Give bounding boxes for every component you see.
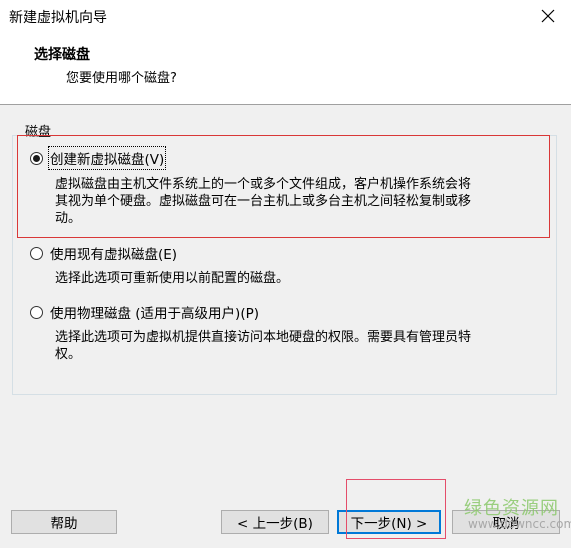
radio-use-existing-disk[interactable]: 使用现有虚拟磁盘(E) [30, 243, 177, 263]
description-line: 选择此选项可为虚拟机提供直接访问本地硬盘的权限。需要具有管理员特 [55, 330, 472, 345]
close-button[interactable] [529, 0, 567, 32]
wizard-header: 选择磁盘 您要使用哪个磁盘? [0, 32, 571, 104]
page-title: 选择磁盘 [34, 47, 90, 63]
window-title: 新建虚拟机向导 [9, 10, 107, 26]
description-line: 权。 [55, 347, 82, 362]
close-icon [541, 9, 555, 23]
back-button[interactable]: < 上一步(B) [221, 510, 329, 534]
option-description: 虚拟磁盘由主机文件系统上的一个或多个文件组成，客户机操作系统会将 其视为单个硬盘… [55, 176, 545, 227]
option-description: 选择此选项可为虚拟机提供直接访问本地硬盘的权限。需要具有管理员特 权。 [55, 329, 545, 363]
radio-create-new-disk[interactable]: 创建新虚拟磁盘(V) [30, 146, 167, 170]
description-line: 动。 [55, 211, 82, 226]
radio-indicator [30, 305, 43, 319]
group-label: 磁盘 [22, 121, 55, 140]
title-bar: 新建虚拟机向导 [0, 0, 571, 32]
wizard-content: 磁盘 [0, 105, 571, 548]
description-line: 其视为单个硬盘。虚拟磁盘可在一台主机上或多台主机之间轻松复制或移 [55, 194, 472, 209]
help-button[interactable]: 帮助 [11, 510, 117, 534]
cancel-button[interactable]: 取消 [452, 510, 560, 534]
page-subtitle: 您要使用哪个磁盘? [66, 71, 177, 86]
radio-label: 使用现有虚拟磁盘(E) [50, 247, 178, 263]
radio-use-physical-disk[interactable]: 使用物理磁盘 (适用于高级用户)(P) [30, 302, 259, 322]
radio-label: 创建新虚拟磁盘(V) [47, 146, 167, 170]
radio-label: 使用物理磁盘 (适用于高级用户)(P) [50, 306, 259, 322]
description-line: 选择此选项可重新使用以前配置的磁盘。 [55, 271, 290, 286]
radio-indicator [30, 246, 43, 260]
option-description: 选择此选项可重新使用以前配置的磁盘。 [55, 270, 545, 287]
radio-indicator [30, 151, 43, 165]
next-button[interactable]: 下一步(N) > [337, 510, 441, 534]
description-line: 虚拟磁盘由主机文件系统上的一个或多个文件组成，客户机操作系统会将 [55, 177, 472, 192]
